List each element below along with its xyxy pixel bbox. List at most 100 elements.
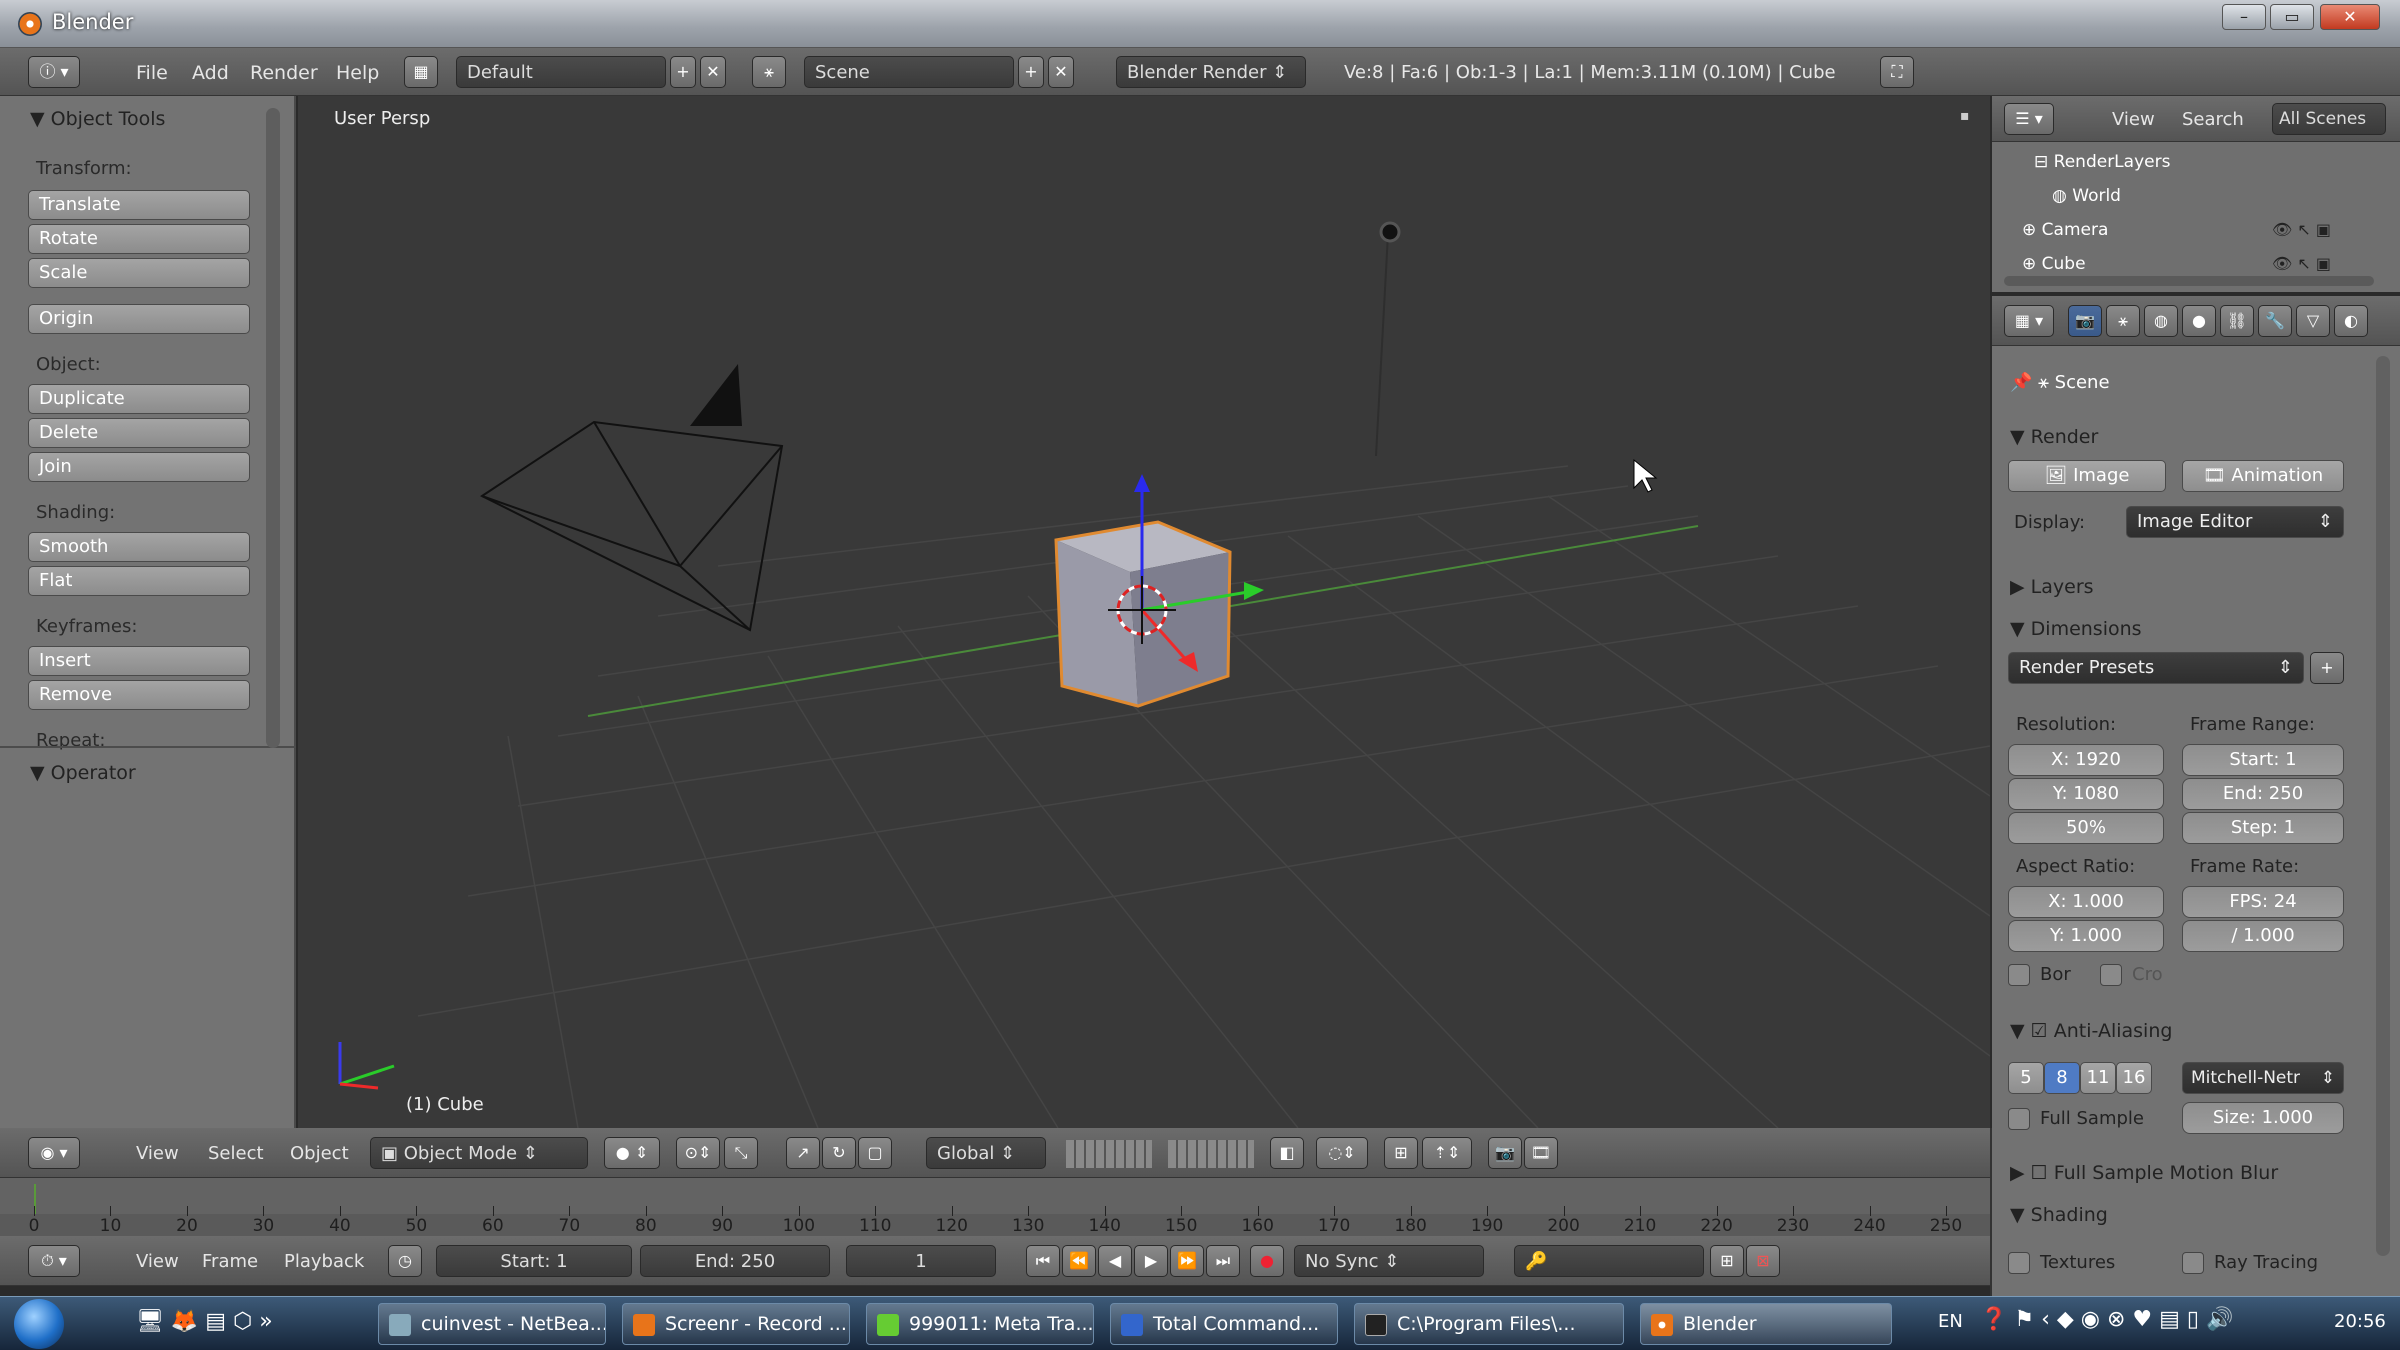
task-netbeans[interactable]: cuinvest - NetBea... bbox=[378, 1303, 606, 1345]
preview-range-icon[interactable]: ◷ bbox=[388, 1245, 422, 1277]
translate-button[interactable]: Translate bbox=[28, 190, 250, 220]
task-screenr[interactable]: Screenr - Record ... bbox=[622, 1303, 850, 1345]
play-reverse-button[interactable]: ◀ bbox=[1098, 1245, 1132, 1277]
screen-layout-icon[interactable]: ▦ bbox=[404, 56, 438, 88]
duplicate-button[interactable]: Duplicate bbox=[28, 384, 250, 414]
shading-panel-header[interactable]: ▼ Shading bbox=[2010, 1204, 2108, 1226]
aa-samples-5[interactable]: 5 bbox=[2008, 1062, 2044, 1094]
editor-type-button[interactable]: ⓘ ▾ bbox=[28, 56, 80, 88]
scene-tab-icon[interactable]: ⚹ bbox=[2106, 305, 2140, 337]
motion-blur-panel-header[interactable]: ▶ ☐ Full Sample Motion Blur bbox=[2010, 1162, 2278, 1184]
remove-scene-button[interactable]: ✕ bbox=[1048, 56, 1074, 88]
menu-help[interactable]: Help bbox=[336, 62, 379, 84]
task-blender[interactable]: Blender bbox=[1640, 1303, 1892, 1345]
timeline-end-field[interactable]: End: 250 bbox=[640, 1245, 830, 1277]
fps-base-field[interactable]: / 1.000 bbox=[2182, 920, 2344, 952]
object-tools-header[interactable]: ▼ Object Tools bbox=[30, 108, 165, 130]
language-indicator[interactable]: EN bbox=[1938, 1311, 1963, 1332]
quick-launch-icons[interactable]: 🖥 🦊 ▤ ⬡ » bbox=[136, 1309, 273, 1334]
auto-keyframe-button[interactable]: ● bbox=[1250, 1245, 1284, 1277]
outliner-search-menu[interactable]: Search bbox=[2182, 109, 2244, 130]
constraints-tab-icon[interactable]: ⛓ bbox=[2220, 305, 2254, 337]
viewport-select-menu[interactable]: Select bbox=[208, 1143, 264, 1164]
world-tab-icon[interactable]: ◍ bbox=[2144, 305, 2178, 337]
minimize-button[interactable]: – bbox=[2222, 4, 2266, 30]
maximize-button[interactable]: ▭ bbox=[2270, 4, 2314, 30]
object-tab-icon[interactable]: ● bbox=[2182, 305, 2216, 337]
rotate-manipulator-icon[interactable]: ↻ bbox=[822, 1137, 856, 1169]
current-frame-field[interactable]: 1 bbox=[846, 1245, 996, 1277]
layers-panel-header[interactable]: ▶ Layers bbox=[2010, 576, 2094, 598]
keying-set-insert-icon[interactable]: ⊞ bbox=[1710, 1245, 1744, 1277]
timeline-start-field[interactable]: Start: 1 bbox=[436, 1245, 632, 1277]
lamp-object[interactable] bbox=[1379, 221, 1401, 243]
resolution-percent-slider[interactable]: 50% bbox=[2008, 812, 2164, 844]
sync-select[interactable]: No Sync ⇕ bbox=[1294, 1245, 1484, 1277]
viewport-corner-icon[interactable]: ▪ bbox=[1960, 108, 1970, 124]
system-tray-icons[interactable]: ❓ ⚑ ‹ ◆ ◉ ⊗ ♥ ▤ ▯ 🔊 bbox=[1980, 1307, 2233, 1332]
viewport-editor-type[interactable]: ◉ ▾ bbox=[28, 1137, 80, 1169]
data-tab-icon[interactable]: ▽ bbox=[2296, 305, 2330, 337]
render-engine-select[interactable]: Blender Render ⇕ bbox=[1116, 56, 1306, 88]
display-select[interactable]: Image Editor ⇕ bbox=[2126, 506, 2344, 538]
frame-end-field[interactable]: End: 250 bbox=[2182, 778, 2344, 810]
add-scene-button[interactable]: + bbox=[1018, 56, 1044, 88]
timeline-frame-menu[interactable]: Frame bbox=[202, 1251, 258, 1272]
3d-viewport[interactable]: User Persp ▪ (1) Cube bbox=[298, 96, 1990, 1128]
rotate-button[interactable]: Rotate bbox=[28, 224, 250, 254]
fullscreen-button[interactable]: ⛶ bbox=[1880, 56, 1914, 88]
outliner-item-renderlayers[interactable]: ⊟ RenderLayers bbox=[2034, 152, 2170, 172]
render-panel-header[interactable]: ▼ Render bbox=[2010, 426, 2098, 448]
outliner-scrollbar[interactable] bbox=[2004, 276, 2374, 286]
play-button[interactable]: ▶ bbox=[1134, 1245, 1168, 1277]
menu-render[interactable]: Render bbox=[250, 62, 318, 84]
timeline-editor-type[interactable]: ⏱ ▾ bbox=[28, 1245, 80, 1277]
add-preset-button[interactable]: + bbox=[2310, 652, 2344, 684]
aa-samples-16[interactable]: 16 bbox=[2116, 1062, 2152, 1094]
outliner-item-camera[interactable]: ⊕ Camera bbox=[2022, 220, 2108, 240]
aa-samples-11[interactable]: 11 bbox=[2080, 1062, 2116, 1094]
aspect-y-field[interactable]: Y: 1.000 bbox=[2008, 920, 2164, 952]
frame-step-field[interactable]: Step: 1 bbox=[2182, 812, 2344, 844]
outliner-item-world[interactable]: ◍ World bbox=[2052, 186, 2121, 206]
ray-tracing-checkbox[interactable] bbox=[2182, 1252, 2204, 1274]
jump-start-button[interactable]: ⏮ bbox=[1026, 1245, 1060, 1277]
delete-button[interactable]: Delete bbox=[28, 418, 250, 448]
dimensions-panel-header[interactable]: ▼ Dimensions bbox=[2010, 618, 2142, 640]
timeline-playback-menu[interactable]: Playback bbox=[284, 1251, 364, 1272]
insert-keyframe-button[interactable]: Insert bbox=[28, 646, 250, 676]
filter-size-field[interactable]: Size: 1.000 bbox=[2182, 1102, 2344, 1134]
keying-set-delete-icon[interactable]: ⊠ bbox=[1746, 1245, 1780, 1277]
task-meta-trader[interactable]: 999011: Meta Tra... bbox=[866, 1303, 1094, 1345]
pivot-select[interactable]: ⊙⇕ bbox=[676, 1137, 720, 1169]
scene-icon[interactable]: ⚹ bbox=[752, 56, 786, 88]
snap-element-select[interactable]: ⇡⇕ bbox=[1422, 1137, 1472, 1169]
material-tab-icon[interactable]: ◐ bbox=[2334, 305, 2368, 337]
jump-end-button[interactable]: ⏭ bbox=[1206, 1245, 1240, 1277]
join-button[interactable]: Join bbox=[28, 452, 250, 482]
task-total-commander[interactable]: Total Command... bbox=[1110, 1303, 1338, 1345]
viewport-shading-select[interactable]: ● ⇕ bbox=[604, 1137, 660, 1169]
scale-manipulator-icon[interactable]: ▢ bbox=[858, 1137, 892, 1169]
aspect-x-field[interactable]: X: 1.000 bbox=[2008, 886, 2164, 918]
full-sample-checkbox[interactable] bbox=[2008, 1108, 2030, 1130]
orientation-select[interactable]: Global ⇕ bbox=[926, 1137, 1046, 1169]
scale-button[interactable]: Scale bbox=[28, 258, 250, 288]
render-presets-select[interactable]: Render Presets ⇕ bbox=[2008, 652, 2304, 684]
opengl-anim-icon[interactable]: 🎞 bbox=[1524, 1137, 1558, 1169]
mode-select[interactable]: ▣ Object Mode ⇕ bbox=[370, 1137, 588, 1169]
render-image-button[interactable]: 🖼 Image bbox=[2008, 460, 2166, 492]
start-button[interactable] bbox=[14, 1299, 64, 1349]
outliner-editor-type[interactable]: ☰ ▾ bbox=[2004, 103, 2054, 135]
viewport-object-menu[interactable]: Object bbox=[290, 1143, 349, 1164]
cube-visibility-icons[interactable]: 👁 ↖ ▣ bbox=[2272, 254, 2331, 273]
manipulator-toggle[interactable]: ⤡ bbox=[724, 1137, 758, 1169]
aa-samples-8[interactable]: 8 bbox=[2044, 1062, 2080, 1094]
modifiers-tab-icon[interactable]: 🔧 bbox=[2258, 305, 2292, 337]
tool-shelf-scrollbar[interactable] bbox=[266, 108, 280, 748]
antialiasing-panel-header[interactable]: ▼ ☑ Anti-Aliasing bbox=[2010, 1020, 2172, 1042]
translate-manipulator-icon[interactable]: ↗ bbox=[786, 1137, 820, 1169]
task-cmd[interactable]: C:\Program Files\... bbox=[1354, 1303, 1624, 1345]
outliner-view-menu[interactable]: View bbox=[2112, 109, 2155, 130]
timeline-view-menu[interactable]: View bbox=[136, 1251, 179, 1272]
